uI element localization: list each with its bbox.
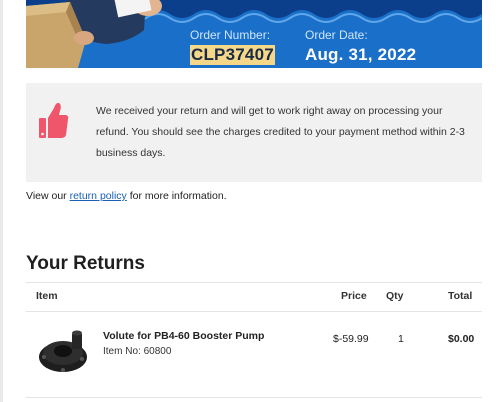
- email-page: Order Number: CLP37407 Order Date: Aug. …: [0, 0, 500, 402]
- product-image: [39, 330, 87, 372]
- column-header-total: Total: [448, 290, 473, 302]
- product-total: $0.00: [448, 333, 475, 345]
- product-name: Volute for PB4-60 Booster Pump: [103, 330, 265, 342]
- table-divider-bottom: [26, 397, 482, 398]
- return-notice-text: We received your return and will get to …: [96, 105, 465, 159]
- product-item-number: Item No: 60800: [103, 346, 172, 357]
- order-date-label: Order Date:: [305, 28, 368, 42]
- delivery-person-photo: [26, 0, 162, 68]
- returns-section-title: Your Returns: [26, 253, 145, 274]
- column-header-item: Item: [36, 290, 58, 302]
- order-header-banner: Order Number: CLP37407 Order Date: Aug. …: [26, 0, 482, 68]
- table-divider-top: [26, 282, 482, 283]
- product-qty: 1: [398, 333, 404, 345]
- column-header-qty: Qty: [386, 290, 404, 302]
- policy-prefix: View our: [26, 190, 70, 202]
- return-policy-link[interactable]: return policy: [70, 190, 127, 202]
- table-divider-header: [26, 311, 482, 312]
- return-notice-box: We received your return and will get to …: [26, 83, 482, 182]
- order-number-label: Order Number:: [190, 28, 271, 42]
- order-date-value: Aug. 31, 2022: [305, 45, 417, 64]
- thumbs-up-icon: [39, 102, 69, 138]
- order-number-block: Order Number: CLP37407: [190, 28, 275, 65]
- order-number-value: CLP37407: [190, 45, 275, 65]
- policy-suffix: for more information.: [126, 190, 227, 202]
- return-policy-line: View our return policy for more informat…: [26, 190, 227, 202]
- order-date-block: Order Date: Aug. 31, 2022: [305, 28, 416, 65]
- left-edge-divider: [0, 0, 3, 402]
- column-header-price: Price: [341, 290, 367, 302]
- product-price: $-59.99: [333, 333, 369, 345]
